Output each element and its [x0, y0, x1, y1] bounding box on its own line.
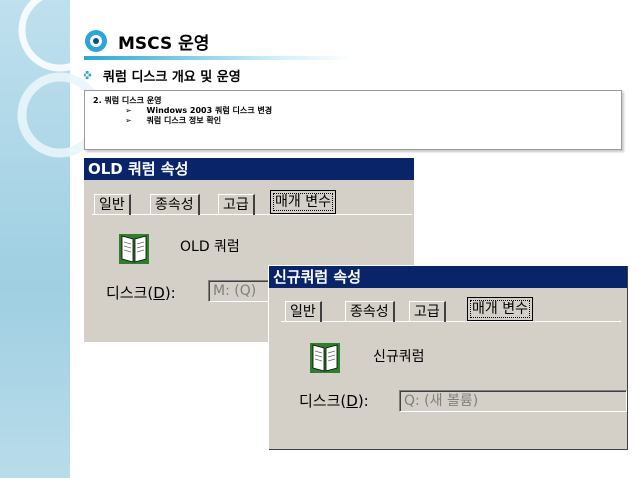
arrow-bullet-icon: ➢	[125, 106, 132, 115]
tab-advanced[interactable]: 고급	[218, 194, 255, 215]
dialog-title: 신규쿼럼 속성	[269, 266, 627, 288]
tab-general[interactable]: 일반	[94, 194, 131, 215]
slide-title-row: MSCS 운영	[84, 26, 209, 56]
title-underline	[84, 56, 354, 60]
disk-label-suffix: ):	[357, 392, 369, 410]
logo-icon	[85, 30, 107, 52]
notes-item-text: Windows 2003 쿼럼 디스크 변경	[146, 106, 273, 115]
disk-label: 디스크(D):	[106, 282, 176, 303]
new-quorum-properties-dialog: 신규쿼럼 속성 일반 종속성 고급 매개 변수 신규쿼럼 디스크(D): Q: …	[268, 265, 627, 449]
disk-field[interactable]: Q: (새 볼륨)	[399, 390, 627, 412]
diamond-bullet-icon	[84, 71, 92, 80]
disk-label-accesskey: D	[153, 284, 165, 302]
tab-general[interactable]: 일반	[285, 301, 322, 322]
dialog-title: OLD 쿼럼 속성	[84, 158, 414, 180]
disk-label: 디스크(D):	[299, 390, 369, 411]
notes-item: ➢ 쿼럼 디스크 정보 확인	[125, 115, 221, 126]
arrow-bullet-icon: ➢	[125, 116, 132, 125]
notes-box: 2. 쿼럼 디스크 운영 ➢ Windows 2003 쿼럼 디스크 변경 ➢ …	[84, 90, 622, 150]
tab-parameters[interactable]: 매개 변수	[270, 190, 336, 214]
tab-dependencies[interactable]: 종속성	[150, 194, 200, 215]
resource-book-icon	[310, 343, 340, 373]
disk-label-prefix: 디스크(	[299, 392, 347, 410]
disk-label-suffix: ):	[164, 284, 176, 302]
tab-parameters[interactable]: 매개 변수	[467, 297, 533, 321]
resource-book-icon	[119, 234, 149, 264]
tab-dependencies[interactable]: 종속성	[345, 301, 395, 322]
section-heading-row: 쿼럼 디스크 개요 및 운영	[84, 66, 241, 85]
resource-name: OLD 쿼럼	[180, 239, 240, 255]
tab-strip-line	[281, 321, 621, 322]
section-heading: 쿼럼 디스크 개요 및 운영	[103, 70, 241, 85]
disk-label-prefix: 디스크(	[106, 284, 154, 302]
slide-title: MSCS 운영	[118, 33, 210, 54]
tab-advanced[interactable]: 고급	[409, 301, 446, 322]
notes-item-text: 쿼럼 디스크 정보 확인	[146, 116, 222, 125]
disk-label-accesskey: D	[346, 392, 358, 410]
resource-name: 신규쿼럼	[373, 349, 425, 365]
